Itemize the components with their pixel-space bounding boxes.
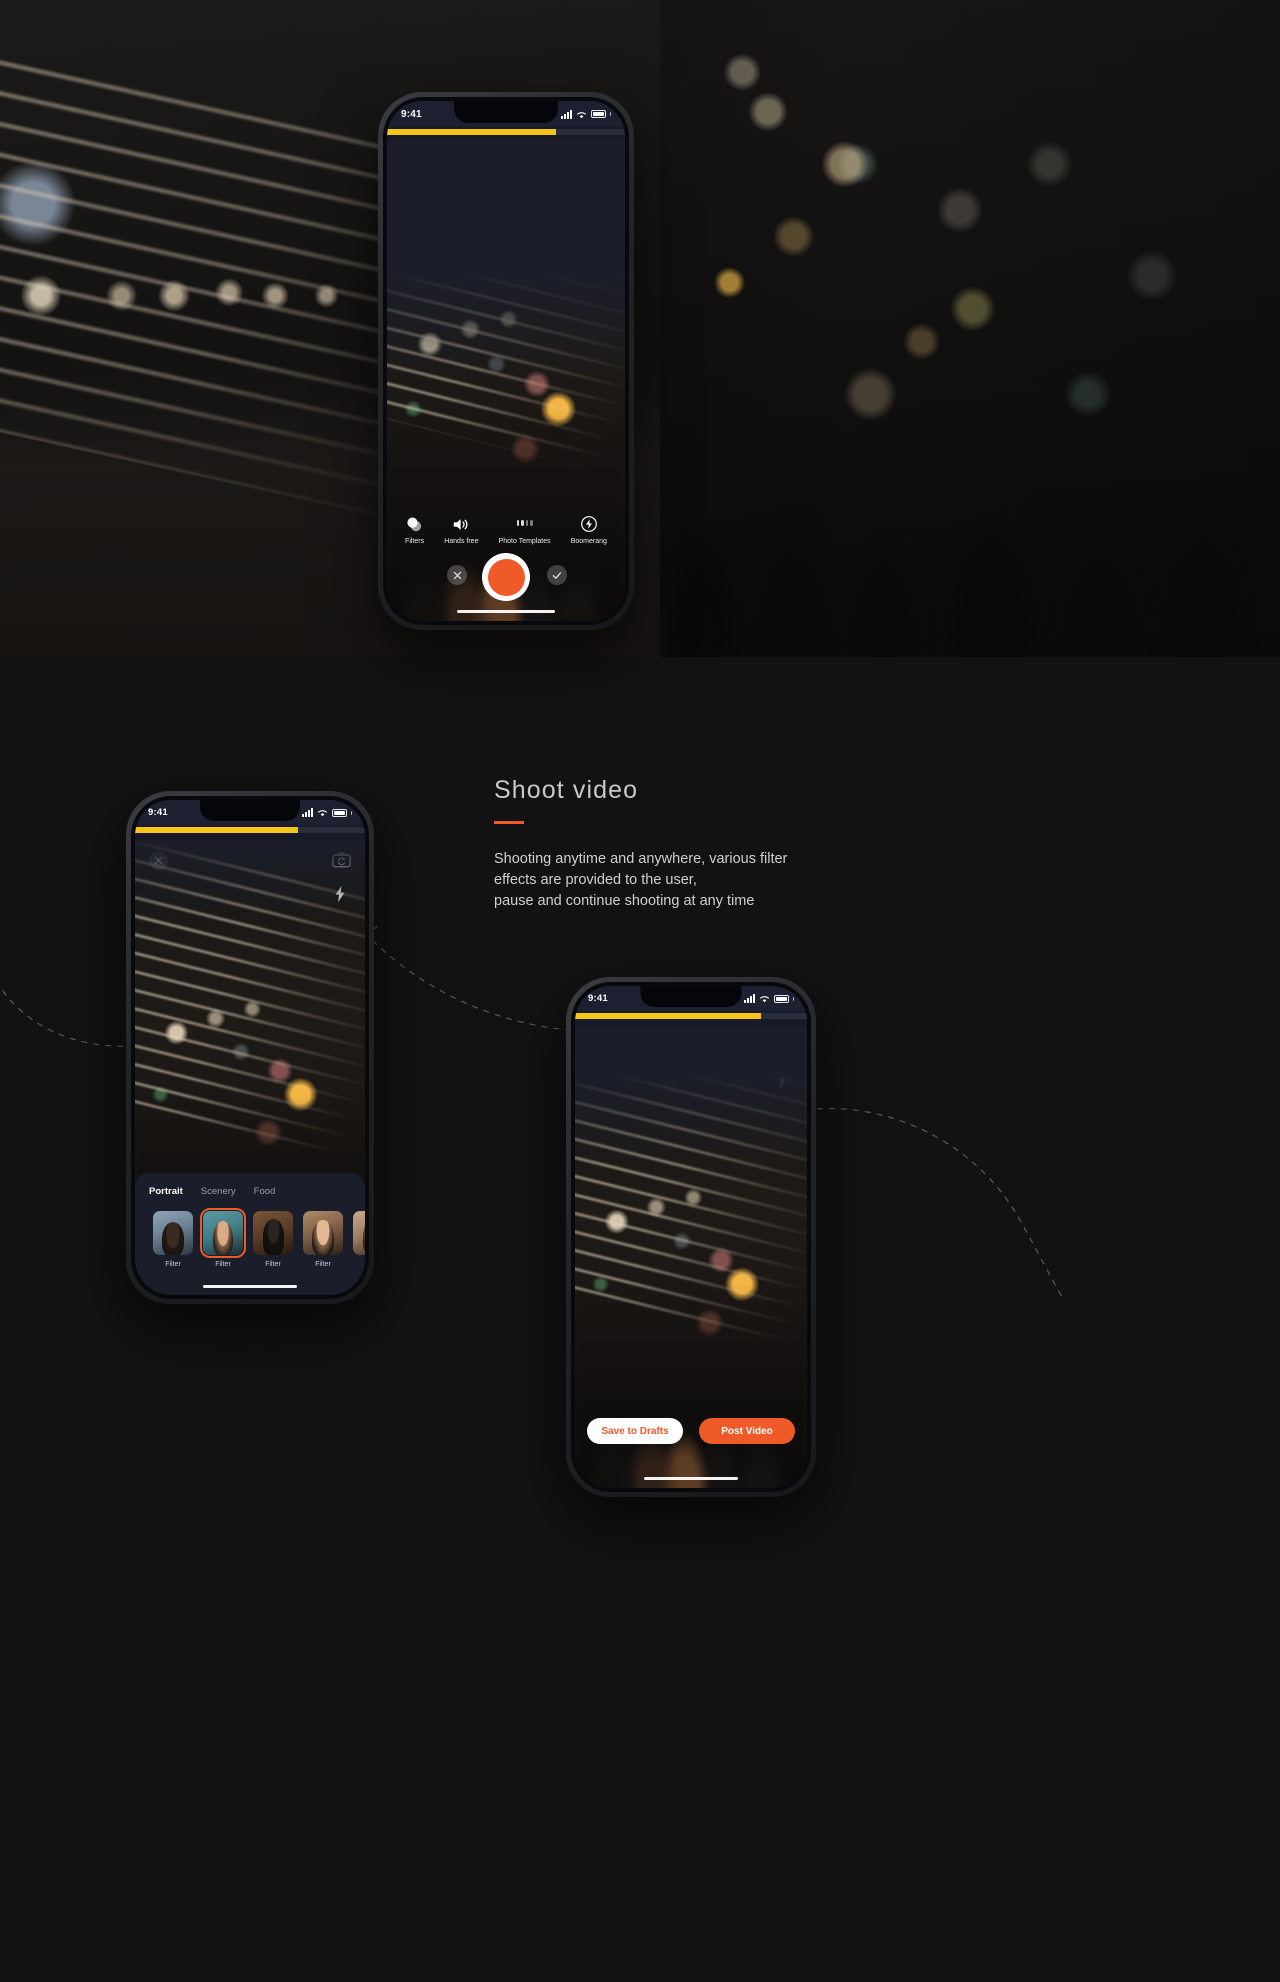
recording-progress-fill — [135, 827, 299, 833]
tool-label: Hands free — [444, 538, 479, 545]
close-icon — [453, 571, 461, 579]
recording-progress-bar — [135, 827, 365, 833]
filter-thumbnail[interactable] — [253, 1211, 293, 1255]
filter-item[interactable]: Filter — [253, 1211, 293, 1268]
filter-item[interactable]: Filter — [303, 1211, 343, 1268]
phone-mockup-capture: 9:41 Filters Hands free Photo Templates … — [378, 92, 634, 630]
battery-icon — [332, 808, 347, 817]
filter-thumbnail[interactable] — [353, 1211, 365, 1255]
viewfinder-top-fade — [387, 141, 625, 381]
filter-tab-scenery[interactable]: Scenery — [201, 1186, 236, 1197]
status-icons — [302, 808, 352, 817]
tool-filters[interactable]: Filters — [405, 515, 424, 545]
filter-panel: Portrait Scenery Food Filter Filter Filt… — [135, 1173, 365, 1295]
post-video-button[interactable]: Post Video — [699, 1418, 795, 1444]
tool-photo-templates[interactable]: Photo Templates — [499, 515, 551, 545]
phone-mockup-filters: 9:41 Portrait Scenery Food Filter Filter… — [126, 791, 374, 1304]
status-time: 9:41 — [401, 108, 422, 120]
section-paragraph-line-1: Shooting anytime and anywhere, various f… — [494, 851, 788, 867]
record-button[interactable] — [482, 553, 530, 601]
recording-progress-bar — [575, 1013, 807, 1019]
filter-category-tabs: Portrait Scenery Food — [135, 1186, 365, 1197]
filter-tab-portrait[interactable]: Portrait — [149, 1186, 183, 1197]
notch — [640, 986, 742, 1007]
signal-icon — [744, 994, 755, 1003]
viewfinder-top-fade — [135, 840, 365, 920]
publish-actions: Save to Drafts Post Video — [575, 1418, 807, 1444]
record-button-core — [487, 558, 525, 596]
tool-boomerang[interactable]: Boomerang — [571, 515, 607, 545]
tool-hands-free[interactable]: Hands free — [444, 515, 478, 545]
battery-cap-icon — [793, 996, 794, 1001]
notch — [454, 101, 558, 123]
recording-progress-bar — [387, 129, 625, 135]
battery-cap-icon — [351, 810, 352, 815]
section-paragraph-line-3: pause and continue shooting at any time — [494, 893, 755, 909]
phone-screen: 9:41 — [135, 800, 365, 1295]
filter-item[interactable]: Filter — [200, 1208, 246, 1268]
battery-icon — [774, 994, 789, 1003]
wifi-icon — [318, 810, 327, 817]
confirm-capture-button[interactable] — [547, 565, 567, 585]
tool-label: Photo Templates — [498, 538, 551, 545]
signal-icon — [561, 109, 572, 119]
filter-thumbnail[interactable] — [303, 1211, 343, 1255]
filter-thumbnail-list[interactable]: Filter Filter Filter Filter Filter — [135, 1197, 365, 1268]
check-icon — [552, 571, 562, 579]
phone-screen: 9:41 — [387, 101, 625, 621]
section-paragraph-line-2: effects are provided to the user, — [494, 872, 697, 888]
recording-progress-fill — [575, 1013, 761, 1019]
grid-icon — [516, 515, 533, 531]
filter-tab-food[interactable]: Food — [254, 1186, 276, 1197]
battery-cap-icon — [610, 112, 611, 116]
tool-label: Boomerang — [570, 538, 607, 545]
recording-progress-fill — [387, 129, 556, 135]
wifi-icon — [760, 996, 769, 1003]
phone-screen: 9:41 — [575, 986, 807, 1488]
status-icons — [561, 109, 611, 119]
status-time: 9:41 — [588, 993, 608, 1004]
capture-toolbar: Filters Hands free Photo Templates Boome… — [387, 515, 625, 545]
filter-label: Filter — [315, 1261, 331, 1268]
home-indicator[interactable] — [644, 1477, 738, 1480]
filters-icon — [406, 515, 424, 533]
filter-thumbnail-selected[interactable] — [200, 1208, 246, 1258]
phone-mockup-publish: 9:41 Save to Drafts Post Video — [566, 977, 816, 1497]
filter-item[interactable]: Filter — [153, 1211, 193, 1268]
tool-label: Filters — [405, 538, 425, 545]
filter-label: Filter — [265, 1261, 281, 1268]
hero-banner — [0, 0, 1280, 657]
save-to-drafts-button[interactable]: Save to Drafts — [587, 1418, 683, 1444]
title-underline — [494, 821, 524, 824]
filter-item[interactable]: Filter — [353, 1211, 365, 1268]
status-time: 9:41 — [148, 807, 168, 818]
home-indicator[interactable] — [203, 1285, 297, 1288]
status-icons — [744, 994, 794, 1003]
section-copy: Shoot video Shooting anytime and anywher… — [494, 776, 914, 912]
connector-curve-right — [805, 1107, 1064, 1299]
filter-thumbnail[interactable] — [153, 1211, 193, 1255]
filter-label: Filter — [215, 1261, 231, 1268]
viewfinder-top-fade — [575, 1026, 807, 1166]
home-indicator[interactable] — [457, 610, 555, 613]
signal-icon — [302, 808, 313, 817]
battery-icon — [591, 110, 606, 118]
speaker-icon — [452, 515, 470, 533]
section-title: Shoot video — [494, 776, 639, 804]
hero-crowd-silhouettes — [640, 357, 1280, 657]
cancel-capture-button[interactable] — [447, 565, 467, 585]
viewfinder-people — [575, 1284, 807, 1488]
notch — [200, 800, 300, 821]
wifi-icon — [577, 111, 586, 118]
filter-label: Filter — [165, 1261, 181, 1268]
boomerang-icon — [580, 515, 597, 533]
